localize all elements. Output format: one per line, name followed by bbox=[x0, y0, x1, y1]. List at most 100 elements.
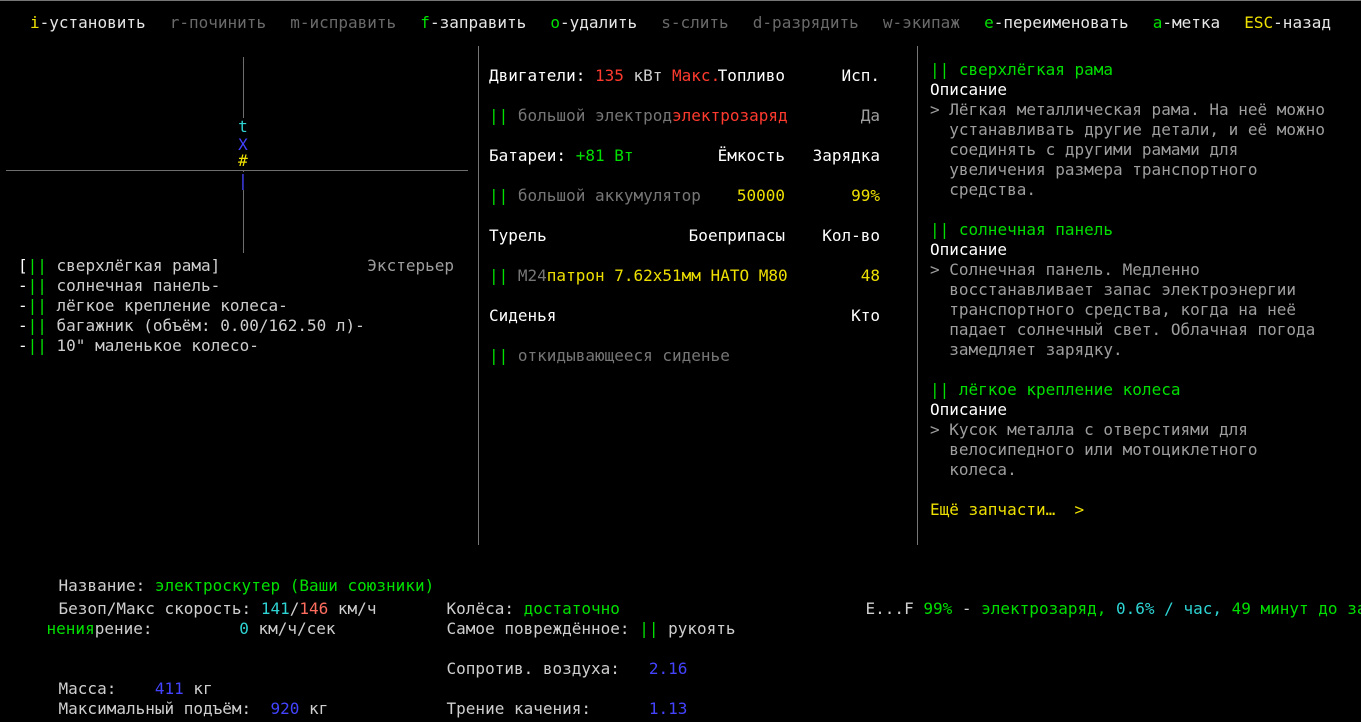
part-symbol: || bbox=[930, 220, 959, 239]
description-line: транспортного средства, когда на неё bbox=[930, 300, 1297, 319]
part-descriptions-panel: || сверхлёгкая рама Описание > Лёгкая ме… bbox=[918, 46, 1361, 545]
menu-item-refill[interactable]: f-заправить bbox=[420, 13, 526, 33]
column-header-capacity: Ёмкость bbox=[717, 146, 785, 165]
part-desc-wheel-mount: || лёгкое крепление колеса Описание > Ку… bbox=[930, 380, 1355, 480]
battery-item-row[interactable]: || большой аккумулятор 50000 99% bbox=[479, 186, 917, 206]
part-list-item-trunk[interactable]: -|| багажник (объём: 0.00/162.50 л)- bbox=[18, 316, 454, 336]
vehicle-tile-turret[interactable]: t bbox=[238, 118, 248, 136]
engine-item-row[interactable]: || большой электродэлектрозаряд Да bbox=[479, 106, 917, 126]
part-name: -|| лёгкое крепление колеса- bbox=[18, 296, 288, 315]
batteries-header-row: Батареи: +81 Вт Ёмкость Зарядка bbox=[479, 146, 917, 166]
part-list-item-wheel-mount[interactable]: -|| лёгкое крепление колеса- bbox=[18, 296, 454, 316]
fuel-dash: - bbox=[952, 599, 982, 618]
part-desc-title-text: лёгкое крепление колеса bbox=[958, 380, 1181, 399]
seats-label: Сиденья bbox=[489, 306, 557, 325]
menu-label-crew: -экипаж bbox=[892, 12, 960, 32]
menu-item-rename[interactable]: e-переименовать bbox=[984, 13, 1129, 33]
action-menu-bar: i-установить r-починить m-исправить f-за… bbox=[0, 0, 1361, 45]
menu-item-remove[interactable]: o-удалить bbox=[550, 13, 637, 33]
engines-label: Двигатели: bbox=[489, 66, 586, 85]
part-desc-title: || сверхлёгкая рама bbox=[930, 60, 1355, 80]
description-line: восстанавливает запас электроэнергии bbox=[930, 280, 1297, 299]
part-name: -|| солнечная панель- bbox=[18, 276, 221, 295]
part-symbol: || bbox=[489, 186, 509, 205]
hotkey-label: a bbox=[1152, 12, 1163, 32]
fuel-eta-wrap: нения bbox=[46, 619, 95, 638]
description-line: велосипедного или мотоциклетного bbox=[930, 440, 1258, 459]
acceleration-row: нениярение: 0 км/ч/сек bbox=[8, 599, 336, 638]
part-list-item-small-wheel[interactable]: -|| 10" маленькое колесо- bbox=[18, 336, 454, 356]
menu-label-install: -установить bbox=[39, 12, 146, 32]
part-symbol: || bbox=[639, 619, 669, 638]
speed-row: Безоп/Макс скорость: 141/146 км/ч bbox=[20, 579, 377, 618]
description-heading: Описание bbox=[930, 80, 1008, 99]
description-line: > Кусок металла с отверстиями для bbox=[930, 420, 1248, 439]
hotkey-refill: f bbox=[420, 12, 430, 32]
column-header-qty: Кол-во bbox=[822, 226, 880, 245]
hotkey-rename: e bbox=[984, 12, 994, 32]
fuel-type: электрозаряд, bbox=[981, 599, 1107, 618]
part-symbol: || bbox=[489, 266, 509, 285]
batteries-label: Батареи: bbox=[489, 146, 567, 165]
description-line: колеса. bbox=[930, 460, 1017, 479]
column-header-fuel: Топливо bbox=[717, 66, 785, 85]
vehicle-tile-wheel[interactable]: | bbox=[238, 172, 248, 190]
part-desc-title: || лёгкое крепление колеса bbox=[930, 380, 1355, 400]
acceleration-unit: км/ч/сек bbox=[248, 619, 336, 638]
turret-label: Турель bbox=[489, 226, 547, 245]
menu-item-install[interactable]: i-установить bbox=[30, 13, 146, 33]
menu-item-back[interactable]: ESC-назад bbox=[1244, 13, 1331, 33]
description-line: устанавливать другие детали, и её можно bbox=[930, 120, 1325, 139]
column-header-ammo: Боеприпасы bbox=[688, 226, 785, 245]
engines-power-unit: кВт bbox=[623, 66, 673, 85]
turret-header-row: Турель Боеприпасы Кол-во bbox=[479, 226, 917, 246]
parts-at-cursor-list: [|| сверхлёгкая рама] Экстерьер -|| солн… bbox=[18, 256, 454, 356]
part-list-item-frame[interactable]: [|| сверхлёгкая рама] Экстерьер bbox=[18, 256, 454, 276]
cursor-crosshair-horizontal bbox=[6, 170, 468, 171]
rolling-friction-row: Трение качения: 1.13 bbox=[408, 679, 688, 718]
description-line: соединять с другими рамами для bbox=[930, 140, 1239, 159]
menu-label-remove: -удалить bbox=[560, 12, 638, 32]
acceleration-value: 0 bbox=[239, 619, 249, 638]
description-line: увеличения размера транспортного bbox=[930, 160, 1258, 179]
menu-item-mend: m-исправить bbox=[290, 13, 396, 33]
battery-name: большой аккумулятор bbox=[508, 186, 701, 205]
menu-item-unload: d-разрядить bbox=[753, 13, 859, 33]
menu-item-crew: w-экипаж bbox=[883, 13, 960, 33]
part-list-item-solar-panel[interactable]: -|| солнечная панель- bbox=[18, 276, 454, 296]
menu-label-mend: -исправить bbox=[299, 12, 397, 32]
column-header-who: Кто bbox=[851, 306, 880, 325]
vehicle-name-row: Название: электроскутер (Ваши союзники) bbox=[20, 556, 435, 595]
seat-item-row[interactable]: || откидывающееся сиденье bbox=[479, 346, 917, 366]
description-heading: Описание bbox=[930, 240, 1008, 259]
seats-header-row: Сиденья Кто bbox=[479, 306, 917, 326]
description-line: средства. bbox=[930, 180, 1036, 199]
stats-divider bbox=[0, 0, 1361, 1]
turret-name: M24 bbox=[508, 266, 547, 285]
description-line: > Лёгкая металлическая рама. На неё можн… bbox=[930, 100, 1325, 119]
hotkey-siphon: s bbox=[661, 12, 671, 32]
most-damaged-label: Самое повреждённое: bbox=[446, 619, 640, 638]
menu-item-label[interactable]: a-метка bbox=[1153, 13, 1220, 33]
air-drag-value: 2.16 bbox=[648, 659, 688, 678]
more-parts-link[interactable]: Ещё запчасти… > bbox=[930, 500, 1355, 520]
part-desc-title: || солнечная панель bbox=[930, 220, 1355, 240]
part-symbol: || bbox=[930, 60, 959, 79]
fuel-gauge: E...F bbox=[865, 599, 924, 618]
menu-label-repair: -починить bbox=[179, 12, 267, 32]
menu-label-refill: -заправить bbox=[429, 12, 527, 32]
turret-item-row[interactable]: || M24патрон 7.62x51мм НАТО M80 48 bbox=[479, 266, 917, 286]
menu-label-siphon: -слить bbox=[670, 12, 729, 32]
hotkey-mend: m bbox=[290, 12, 300, 32]
fuel-percent: 99% bbox=[923, 599, 953, 618]
seat-name: откидывающееся сиденье bbox=[508, 346, 730, 365]
menu-item-repair: r-починить bbox=[170, 13, 266, 33]
vehicle-tile-frame-cursor[interactable]: # bbox=[238, 152, 248, 170]
part-desc-solar-panel: || солнечная панель Описание > Солнечная… bbox=[930, 220, 1355, 360]
hotkey-install: i bbox=[30, 12, 40, 32]
description-line: замедляет зарядку. bbox=[930, 340, 1123, 359]
fuel-indicator-row: E...F 99% - электрозаряд, 0.6% / час, 49… bbox=[827, 579, 1361, 618]
column-header-used: Исп. bbox=[841, 66, 880, 85]
batteries-rate: +81 Вт bbox=[566, 146, 634, 165]
part-name: -|| багажник (объём: 0.00/162.50 л)- bbox=[18, 316, 365, 335]
